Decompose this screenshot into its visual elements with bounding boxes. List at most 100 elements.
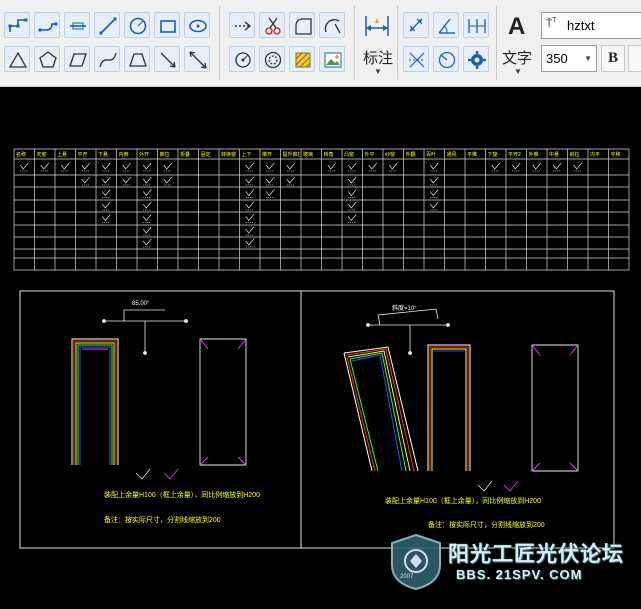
check-mark [163, 162, 173, 170]
check-mark [347, 201, 357, 209]
check-mark [286, 176, 296, 184]
check-mark [368, 162, 378, 170]
italic-button[interactable] [628, 45, 641, 72]
check-mark [245, 238, 255, 246]
check-mark [552, 162, 562, 170]
angular-dimension-icon[interactable] [433, 12, 459, 38]
schedule-header-cell: 名称 [16, 152, 27, 158]
dimension-dropdown-caret[interactable]: ▼ [374, 67, 382, 76]
arc-tool-icon[interactable] [319, 12, 345, 38]
schedule-header-cell: 通风 [446, 152, 457, 158]
font-size-combobox[interactable]: 350 ▼ [541, 45, 597, 72]
check-mark [245, 214, 255, 222]
check-mark [101, 162, 111, 170]
continuous-dimension-icon[interactable] [463, 12, 489, 38]
ordinate-dimension-icon[interactable] [403, 46, 429, 72]
right-window-profile [343, 346, 419, 472]
chevron-down-icon[interactable]: ▼ [584, 54, 592, 63]
drawing-canvas[interactable]: 名称 天窗 上悬 平开 下悬 内倒 外开 推拉 折叠 固定 转换窗上下 推开 提升推拉玻璃 转角 凸窗 外平 纱… [0, 87, 641, 609]
line-tool-icon[interactable] [94, 12, 120, 38]
watermark-year: 2007 [400, 574, 414, 580]
schedule-header-cell: 推拉 [159, 152, 170, 158]
text-dropdown-caret[interactable]: ▼ [514, 67, 522, 76]
spline-polyline-icon[interactable] [34, 12, 60, 38]
left-leader [102, 309, 188, 355]
left-panel-outline [199, 338, 247, 466]
cad-drawing [13, 148, 630, 549]
circle-tool-icon[interactable] [124, 12, 150, 38]
left-window-profile [71, 338, 119, 465]
triangle-tool-icon[interactable] [4, 46, 30, 72]
schedule-header-cell: 外开 [139, 152, 150, 158]
aligned-dimension-icon[interactable] [403, 12, 429, 38]
check-mark [429, 201, 439, 209]
window-schedule-table [13, 148, 630, 271]
rectangle-tool-icon[interactable] [154, 12, 180, 38]
check-mark [245, 176, 255, 184]
schedule-header-cell: 内平 [590, 152, 601, 158]
polyline-tool-icon[interactable] [4, 12, 30, 38]
rotate-tool-icon[interactable] [229, 46, 255, 72]
check-mark [142, 226, 152, 234]
check-mark [142, 162, 152, 170]
construction-line-icon[interactable] [184, 46, 210, 72]
text-tool-label[interactable]: 文字 [502, 47, 532, 68]
schedule-header-cell: 上下 [241, 152, 252, 158]
check-mark [347, 189, 357, 197]
check-mark [347, 176, 357, 184]
schedule-header-cell: 固定 [200, 152, 211, 158]
bold-button[interactable]: B [601, 45, 625, 72]
dimension-icon[interactable] [362, 12, 396, 42]
check-mark [142, 238, 152, 246]
move-tool-icon[interactable] [229, 12, 255, 38]
curve-tool-icon[interactable] [94, 46, 120, 72]
schedule-header-cell: 外推 [528, 152, 539, 158]
schedule-header-cell: 平开2 [508, 152, 521, 158]
schedule-header-cell: 提升推拉 [282, 152, 301, 158]
ellipse-tool-icon[interactable] [184, 12, 210, 38]
schedule-header-cell: 转换窗 [221, 152, 237, 158]
schedule-header-cell: 转角 [323, 152, 334, 158]
schedule-header-cell: 中悬 [549, 152, 560, 158]
check-mark [40, 162, 50, 170]
right-caption-2: 备注：按实际尺寸，分割线缩放到200 [428, 522, 545, 529]
dimension-settings-gear-icon[interactable] [463, 46, 489, 72]
watermark-title: 阳光工匠光伏论坛 [448, 543, 624, 566]
schedule-header-cell: 上悬 [57, 152, 68, 158]
separator [354, 6, 355, 80]
insert-image-icon[interactable] [319, 46, 345, 72]
trim-scissors-icon[interactable] [259, 12, 285, 38]
parallelogram-tool-icon[interactable] [64, 46, 90, 72]
check-mark [122, 176, 132, 184]
check-mark [122, 162, 132, 170]
pentagon-tool-icon[interactable] [34, 46, 60, 72]
text-tool-icon[interactable]: A [508, 13, 525, 41]
ray-tool-icon[interactable] [154, 46, 180, 72]
check-mark [265, 176, 275, 184]
schedule-header-cell: 外翻 [405, 152, 416, 158]
schedule-header-cell: 内倒 [118, 152, 129, 158]
check-mark [347, 214, 357, 222]
fillet-tool-icon[interactable] [289, 12, 315, 38]
check-mark [245, 189, 255, 197]
schedule-header-cell: 平开 [77, 152, 88, 158]
check-mark [573, 162, 583, 170]
schedule-header-cell: 折叠 [180, 152, 191, 158]
trapezoid-tool-icon[interactable] [124, 46, 150, 72]
schedule-header-cell: 玻璃 [303, 152, 314, 158]
left-caption-2: 备注：按实际尺寸，分割线缩放到200 [104, 517, 221, 524]
check-mark [429, 189, 439, 197]
line-segment-icon[interactable] [64, 12, 90, 38]
check-mark [142, 214, 152, 222]
hatch-tool-icon[interactable] [289, 46, 315, 72]
dimension-label[interactable]: 标注 [363, 47, 393, 68]
schedule-header-cell: 推开 [262, 152, 273, 158]
check-mark [81, 162, 91, 170]
detail-marks [135, 468, 519, 492]
check-mark [101, 176, 111, 184]
check-mark [429, 176, 439, 184]
font-name-combobox[interactable]: ŤT hztxt [541, 12, 641, 39]
radius-dimension-icon[interactable] [433, 46, 459, 72]
offset-tool-icon[interactable] [259, 46, 285, 72]
check-mark [60, 162, 70, 170]
